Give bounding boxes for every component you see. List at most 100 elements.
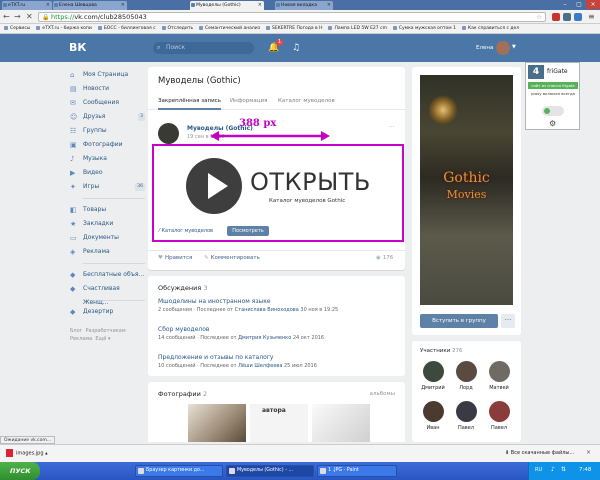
bookmark-item[interactable]: Сервисы	[4, 24, 30, 33]
more-button[interactable]: ···	[501, 314, 515, 328]
photo-thumbnail[interactable]: автора	[250, 404, 308, 442]
sidebar-item[interactable]: ✉ Сообщения	[70, 96, 145, 110]
stop-icon[interactable]: ✕	[26, 12, 33, 22]
browser-tab[interactable]: Новая вкладка ×	[275, 1, 333, 10]
browser-tab[interactable]: Елена Шевцова ×	[53, 1, 127, 10]
comment-button[interactable]: ✎ Комментировать	[204, 255, 260, 261]
close-tab-icon[interactable]: ×	[121, 2, 125, 8]
photo-thumbnail[interactable]	[312, 404, 370, 442]
photo-thumbnail[interactable]	[188, 404, 246, 442]
topic-title[interactable]: Мшоделины на иностранном языке	[158, 298, 398, 305]
footer-link[interactable]: Разработчикам	[86, 328, 126, 334]
topic-title[interactable]: Сбор муводелов	[158, 326, 398, 333]
bookmark-item[interactable]: Семантический анализ	[199, 24, 260, 33]
bookmark-item[interactable]: Как справиться с дел	[461, 24, 519, 33]
sidebar-item[interactable]: ▤ Новости	[70, 82, 145, 96]
extension-icon[interactable]	[552, 13, 560, 21]
tab-pinned[interactable]: Закреплённая запись	[158, 93, 221, 110]
bookmark-item[interactable]: eTXT.ru - биржа копи	[36, 24, 92, 33]
list-item[interactable]: Мшоделины на иностранном языке 2 сообщен…	[158, 298, 398, 313]
music-icon[interactable]: ♫	[292, 42, 300, 54]
member-item[interactable]: Матвей	[486, 361, 512, 391]
settings-icon[interactable]: ⚙	[549, 119, 556, 128]
tab-info[interactable]: Информация	[230, 93, 267, 110]
bookmark-item[interactable]: Отследить	[161, 24, 193, 33]
speaker-icon[interactable]: ♪	[551, 466, 555, 473]
sidebar-item[interactable]: ▣ Фотографии	[70, 138, 145, 152]
taskbar-item[interactable]: Браузер картинки до...	[135, 465, 223, 477]
minimize-icon[interactable]: –	[558, 0, 572, 9]
topic-author-link[interactable]: Лёши Шелфеева	[238, 363, 282, 369]
network-icon[interactable]: ⇅	[561, 466, 566, 473]
sidebar-item[interactable]: ⌂ Моя Страница	[70, 68, 145, 82]
download-item[interactable]: images.jpg ▴	[6, 449, 48, 457]
close-window-icon[interactable]: ×	[586, 0, 600, 9]
vk-logo[interactable]: ВК	[69, 42, 86, 54]
avatar[interactable]	[496, 41, 510, 55]
sidebar-item[interactable]: ☷ Группы	[70, 124, 145, 138]
back-icon[interactable]: ←	[3, 12, 10, 22]
list-item[interactable]: Предложение и отзывы по каталогу 10 сооб…	[158, 354, 398, 369]
close-tab-icon[interactable]: ×	[327, 2, 331, 8]
bookmark-item[interactable]: Сумка мужская оптом 1	[392, 24, 456, 33]
star-icon[interactable]: ☆	[536, 13, 542, 22]
more-icon[interactable]: ···	[388, 123, 395, 131]
browser-tab-active[interactable]: Муводелы (Gothic) ×	[190, 1, 264, 10]
taskbar-item[interactable]: 1 .JPG - Paint	[317, 465, 397, 477]
members-title[interactable]: Участники 276	[420, 348, 463, 354]
sidebar-item[interactable]: ◈ Реклама	[70, 245, 145, 259]
discussions-title[interactable]: Обсуждения 3	[158, 284, 208, 292]
sidebar-item[interactable]: ◆ Счастливая Женщ...	[70, 282, 145, 306]
albums-link[interactable]: альбомы	[370, 391, 395, 397]
clock[interactable]: 7:48	[579, 467, 591, 473]
extension-icon[interactable]	[574, 13, 582, 21]
view-button[interactable]: Посмотреть	[227, 226, 269, 236]
close-icon[interactable]: ×	[586, 449, 591, 456]
topic-author-link[interactable]: Станислава Виноходова	[235, 307, 299, 313]
sidebar-item[interactable]: ✦ Игры 36	[70, 180, 145, 194]
sidebar-item[interactable]: ▶ Видео	[70, 166, 145, 180]
footer-link[interactable]: Блог	[70, 328, 82, 334]
member-item[interactable]: Дмитрий	[420, 361, 446, 391]
maximize-icon[interactable]: ▢	[572, 0, 586, 9]
search-input[interactable]: ⌕ Поиск	[153, 42, 254, 54]
member-item[interactable]: Иван	[420, 401, 446, 431]
chevron-down-icon[interactable]: ▼	[512, 44, 516, 50]
taskbar-item-active[interactable]: Муводелы (Gothic) - ...	[226, 465, 314, 477]
close-tab-icon[interactable]: ×	[258, 2, 262, 8]
proxy-toggle[interactable]	[542, 106, 564, 116]
group-cover-image[interactable]: Gothic Movies	[420, 75, 513, 305]
sidebar-item[interactable]: ▭ Документы	[70, 231, 145, 245]
member-item[interactable]: Павел	[486, 401, 512, 431]
post-avatar[interactable]	[158, 123, 179, 144]
catalog-link[interactable]: ⁄ Каталог муводелов	[159, 228, 213, 234]
sidebar-item[interactable]: ◧ Товары	[70, 203, 145, 217]
topic-author-link[interactable]: Дмитрия Кузьменко	[238, 335, 291, 341]
sidebar-item[interactable]: ◆ Дезертир	[70, 305, 145, 319]
close-tab-icon[interactable]: ×	[46, 2, 50, 8]
sidebar-item[interactable]: ★ Закладки	[70, 217, 145, 231]
tab-catalog[interactable]: Каталог муводелов	[278, 93, 335, 110]
extension-icon[interactable]	[563, 13, 571, 21]
sidebar-item[interactable]: ♪ Музыка	[70, 152, 145, 166]
photos-title[interactable]: Фотографии 2	[158, 390, 207, 398]
menu-icon[interactable]: ≡	[588, 12, 595, 22]
user-name[interactable]: Елена	[476, 45, 493, 51]
join-group-button[interactable]: Вступить в группу	[420, 314, 498, 328]
footer-link[interactable]: Ещё	[95, 336, 106, 342]
member-item[interactable]: Павел	[453, 401, 479, 431]
sidebar-item[interactable]: ☺ Друзья 3	[70, 110, 145, 124]
like-button[interactable]: ♥ Нравится	[158, 255, 192, 261]
all-downloads-link[interactable]: ⬇ Все скачанные файлы...	[505, 450, 574, 456]
forward-icon[interactable]: →	[14, 12, 21, 22]
url-field[interactable]: 🔒 https://vk.com/club28505043 ☆	[38, 12, 546, 22]
footer-link[interactable]: Реклама	[70, 336, 92, 342]
promo-widget[interactable]: ОТКРЫТЬ Каталог муводелов Gothic ⁄ Катал…	[152, 144, 404, 242]
sidebar-item[interactable]: ◆ Бесплатные объя...	[70, 268, 145, 282]
start-button[interactable]: ПУСК	[0, 462, 40, 480]
member-item[interactable]: Лорд	[453, 361, 479, 391]
topic-title[interactable]: Предложение и отзывы по каталогу	[158, 354, 398, 361]
list-item[interactable]: Сбор муводелов 14 сообщений · Последнее …	[158, 326, 398, 341]
language-indicator[interactable]: RU	[535, 467, 542, 473]
browser-tab[interactable]: eTXT.ru ×	[2, 1, 52, 10]
